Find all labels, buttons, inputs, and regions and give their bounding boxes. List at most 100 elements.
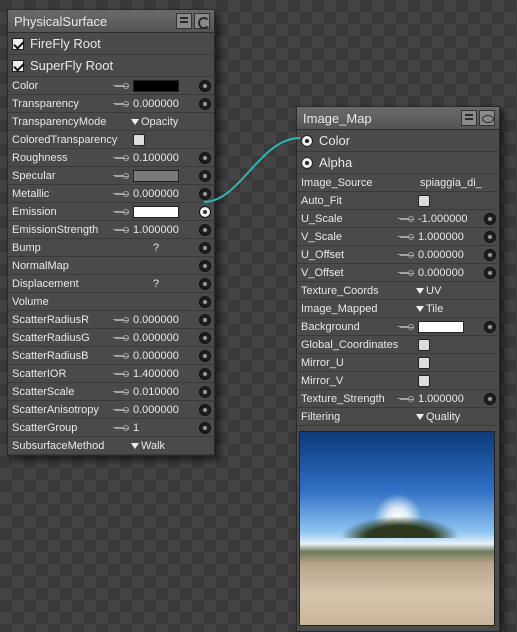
checkbox[interactable] <box>133 133 145 146</box>
param-row-coloredtransparency[interactable]: ColoredTransparency <box>8 131 214 149</box>
keyframe-key-icon[interactable] <box>113 388 129 396</box>
param-row-v-offset[interactable]: V_Offset 0.000000 <box>297 264 499 282</box>
param-value[interactable]: ? <box>133 242 195 254</box>
param-value[interactable]: -1.000000 <box>418 213 480 225</box>
keyframe-key-icon[interactable] <box>113 424 129 432</box>
param-row-global-coordinates[interactable]: Global_Coordinates <box>297 336 499 354</box>
param-row-bump[interactable]: Bump? <box>8 239 214 257</box>
param-row-normalmap[interactable]: NormalMap <box>8 257 214 275</box>
dropdown-select[interactable]: Opacity <box>131 116 197 128</box>
keyframe-key-icon[interactable] <box>113 352 129 360</box>
output-socket-icon[interactable] <box>301 156 313 169</box>
keyframe-key-icon[interactable] <box>113 316 129 324</box>
keyframe-key-icon[interactable] <box>398 269 414 277</box>
input-socket-icon[interactable] <box>199 277 211 290</box>
param-row-emission[interactable]: Emission <box>8 203 214 221</box>
refresh-icon[interactable] <box>194 13 210 29</box>
checkbox[interactable] <box>12 37 24 50</box>
param-row-filtering[interactable]: Filtering Quality <box>297 408 499 426</box>
input-socket-icon[interactable] <box>484 248 496 261</box>
checkbox[interactable] <box>12 59 24 72</box>
keyframe-key-icon[interactable] <box>113 172 129 180</box>
options-icon[interactable] <box>461 110 477 126</box>
output-color[interactable]: Color <box>297 130 499 152</box>
input-socket-icon[interactable] <box>199 97 211 110</box>
preview-toggle-icon[interactable] <box>479 110 495 126</box>
param-row-scatterscale[interactable]: ScatterScale 0.010000 <box>8 383 214 401</box>
param-value[interactable]: 0.000000 <box>418 249 480 261</box>
param-row-color[interactable]: Color <box>8 77 214 95</box>
param-row-transparencymode[interactable]: TransparencyMode Opacity <box>8 113 214 131</box>
param-row-roughness[interactable]: Roughness 0.100000 <box>8 149 214 167</box>
param-row-specular[interactable]: Specular <box>8 167 214 185</box>
keyframe-key-icon[interactable] <box>113 370 129 378</box>
param-value[interactable]: 0.100000 <box>133 152 195 164</box>
keyframe-key-icon[interactable] <box>398 215 414 223</box>
param-value[interactable]: 0.000000 <box>133 350 195 362</box>
param-row-auto-fit[interactable]: Auto_Fit <box>297 192 499 210</box>
keyframe-key-icon[interactable] <box>398 323 414 331</box>
param-row-scatterradiusg[interactable]: ScatterRadiusG 0.000000 <box>8 329 214 347</box>
output-socket-icon[interactable] <box>301 134 313 147</box>
keyframe-key-icon[interactable] <box>113 190 129 198</box>
color-swatch[interactable] <box>418 320 464 333</box>
input-socket-icon[interactable] <box>484 230 496 243</box>
output-alpha[interactable]: Alpha <box>297 152 499 174</box>
dropdown-select[interactable]: Walk <box>131 440 197 452</box>
param-value[interactable]: ? <box>133 278 195 290</box>
keyframe-key-icon[interactable] <box>113 82 129 90</box>
image-map-node[interactable]: Image_Map Color Alpha Image_Source spiaggi… <box>296 106 500 632</box>
color-swatch[interactable] <box>133 79 179 92</box>
input-socket-icon[interactable] <box>199 421 211 434</box>
input-socket-icon[interactable] <box>199 223 211 236</box>
param-row-scatteranisotropy[interactable]: ScatterAnisotropy 0.000000 <box>8 401 214 419</box>
param-value[interactable]: 0.000000 <box>133 98 195 110</box>
checkbox[interactable] <box>418 338 430 351</box>
input-socket-icon[interactable] <box>199 367 211 380</box>
physical-surface-node[interactable]: PhysicalSurface FireFly Root SuperFly Roo… <box>7 9 215 456</box>
param-row-scatterradiusb[interactable]: ScatterRadiusB 0.000000 <box>8 347 214 365</box>
param-value[interactable]: 0.000000 <box>418 267 480 279</box>
keyframe-key-icon[interactable] <box>113 226 129 234</box>
input-socket-icon[interactable] <box>484 266 496 279</box>
input-socket-icon[interactable] <box>199 259 211 272</box>
keyframe-key-icon[interactable] <box>398 395 414 403</box>
checkbox[interactable] <box>418 374 430 387</box>
param-row-subsurfacemethod[interactable]: SubsurfaceMethod Walk <box>8 437 214 455</box>
checkbox[interactable] <box>418 194 430 207</box>
param-row-volume[interactable]: Volume <box>8 293 214 311</box>
dropdown-select[interactable]: Tile <box>416 303 482 315</box>
param-row-emissionstrength[interactable]: EmissionStrength 1.000000 <box>8 221 214 239</box>
param-value[interactable]: 0.010000 <box>133 386 195 398</box>
input-socket-icon[interactable] <box>199 79 211 92</box>
param-value[interactable]: 0.000000 <box>133 188 195 200</box>
input-socket-icon[interactable] <box>199 349 211 362</box>
keyframe-key-icon[interactable] <box>113 154 129 162</box>
keyframe-key-icon[interactable] <box>113 334 129 342</box>
param-row-texture-coords[interactable]: Texture_Coords UV <box>297 282 499 300</box>
param-row-v-scale[interactable]: V_Scale 1.000000 <box>297 228 499 246</box>
input-socket-icon[interactable] <box>484 392 496 405</box>
input-socket-icon[interactable] <box>199 169 211 182</box>
root-toggle-superfly-root[interactable]: SuperFly Root <box>8 55 214 77</box>
param-row-mirror-u[interactable]: Mirror_U <box>297 354 499 372</box>
dropdown-select[interactable]: Quality <box>416 411 482 423</box>
keyframe-key-icon[interactable] <box>398 233 414 241</box>
param-row-texture-strength[interactable]: Texture_Strength 1.000000 <box>297 390 499 408</box>
param-value[interactable]: 0.000000 <box>133 404 195 416</box>
input-socket-icon[interactable] <box>199 403 211 416</box>
keyframe-key-icon[interactable] <box>113 208 129 216</box>
param-row-scatterior[interactable]: ScatterIOR 1.400000 <box>8 365 214 383</box>
param-row-u-offset[interactable]: U_Offset 0.000000 <box>297 246 499 264</box>
keyframe-key-icon[interactable] <box>398 251 414 259</box>
param-value[interactable]: 0.000000 <box>133 314 195 326</box>
param-row-image-source[interactable]: Image_Source spiaggia_di_ <box>297 174 499 192</box>
node-title-bar[interactable]: Image_Map <box>297 107 499 130</box>
param-row-scatterradiusr[interactable]: ScatterRadiusR 0.000000 <box>8 311 214 329</box>
input-socket-icon[interactable] <box>199 295 211 308</box>
dropdown-select[interactable]: UV <box>416 285 482 297</box>
color-swatch[interactable] <box>133 205 179 218</box>
param-value[interactable]: 1 <box>133 422 195 434</box>
input-socket-icon[interactable] <box>199 313 211 326</box>
param-value[interactable]: 1.000000 <box>133 224 195 236</box>
